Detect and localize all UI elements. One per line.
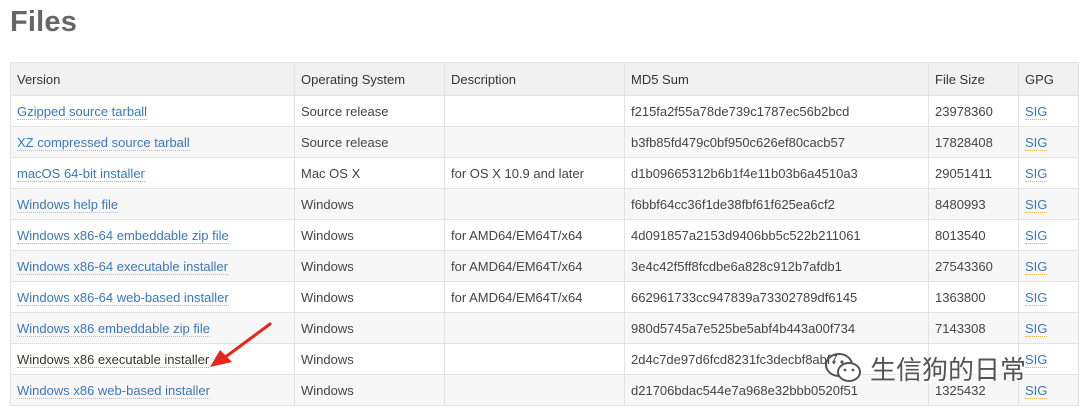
- md5-cell: 662961733cc947839a73302789df6145: [624, 281, 929, 313]
- version-cell: Gzipped source tarball: [10, 95, 295, 127]
- description-cell: [444, 343, 625, 375]
- table-header-row: Version Operating System Description MD5…: [10, 62, 1079, 96]
- description-cell: [444, 374, 625, 406]
- os-cell: Windows: [294, 374, 445, 406]
- file-size-cell: 27543360: [928, 250, 1019, 282]
- md5-cell: f6bbf64cc36f1de38fbf61f625ea6cf2: [624, 188, 929, 220]
- version-cell: Windows x86-64 web-based installer: [10, 281, 295, 313]
- version-cell: Windows x86 web-based installer: [10, 374, 295, 406]
- table-row: Windows x86-64 web-based installer Windo…: [10, 281, 1079, 313]
- gpg-cell: SIG: [1018, 219, 1079, 251]
- column-header-gpg: GPG: [1018, 62, 1079, 96]
- file-size-cell: 29051411: [928, 157, 1019, 189]
- sig-link[interactable]: SIG: [1025, 103, 1048, 120]
- table-row: XZ compressed source tarball Source rele…: [10, 126, 1079, 158]
- sig-link[interactable]: SIG: [1025, 320, 1048, 337]
- column-header-os: Operating System: [294, 62, 445, 96]
- os-cell: Windows: [294, 312, 445, 344]
- os-cell: Windows: [294, 281, 445, 313]
- column-header-description: Description: [444, 62, 625, 96]
- download-link[interactable]: Windows x86 embeddable zip file: [17, 320, 210, 337]
- sig-link[interactable]: SIG: [1025, 289, 1048, 306]
- version-cell: Windows help file: [10, 188, 295, 220]
- version-cell: Windows x86-64 executable installer: [10, 250, 295, 282]
- file-size-cell: 23978360: [928, 95, 1019, 127]
- download-link[interactable]: Windows x86-64 executable installer: [17, 258, 228, 275]
- gpg-cell: SIG: [1018, 250, 1079, 282]
- download-link[interactable]: Windows x86-64 web-based installer: [17, 289, 229, 306]
- description-cell: for OS X 10.9 and later: [444, 157, 625, 189]
- md5-cell: f215fa2f55a78de739c1787ec56b2bcd: [624, 95, 929, 127]
- sig-link[interactable]: SIG: [1025, 351, 1048, 368]
- column-header-file-size: File Size: [928, 62, 1019, 96]
- download-link[interactable]: Windows x86 web-based installer: [17, 382, 210, 399]
- sig-link[interactable]: SIG: [1025, 258, 1048, 275]
- description-cell: for AMD64/EM64T/x64: [444, 250, 625, 282]
- file-size-cell: 1363800: [928, 281, 1019, 313]
- watermark-text: 生信狗的日常: [870, 355, 1027, 386]
- gpg-cell: SIG: [1018, 343, 1079, 375]
- column-header-version: Version: [10, 62, 295, 96]
- sig-link[interactable]: SIG: [1025, 165, 1048, 182]
- md5-cell: 980d5745a7e525be5abf4b443a00f734: [624, 312, 929, 344]
- os-cell: Windows: [294, 250, 445, 282]
- files-page: Files Version Operating System Descripti…: [0, 0, 1080, 418]
- download-link[interactable]: macOS 64-bit installer: [17, 165, 145, 182]
- red-arrow-icon: [210, 322, 272, 367]
- description-cell: [444, 126, 625, 158]
- sig-link[interactable]: SIG: [1025, 134, 1048, 151]
- description-cell: for AMD64/EM64T/x64: [444, 281, 625, 313]
- sig-link[interactable]: SIG: [1025, 382, 1048, 399]
- page-title: Files: [10, 6, 78, 38]
- download-link[interactable]: Windows help file: [17, 196, 119, 213]
- gpg-cell: SIG: [1018, 95, 1079, 127]
- watermark: 生信狗的日常: [824, 348, 1026, 388]
- table-row: Windows x86-64 executable installer Wind…: [10, 250, 1079, 282]
- md5-cell: 3e4c42f5ff8fcdbe6a828c912b7afdb1: [624, 250, 929, 282]
- table-row: Gzipped source tarball Source release f2…: [10, 95, 1079, 127]
- file-size-cell: 8480993: [928, 188, 1019, 220]
- file-size-cell: 7143308: [928, 312, 1019, 344]
- column-header-md5: MD5 Sum: [624, 62, 929, 96]
- description-cell: [444, 312, 625, 344]
- description-cell: [444, 95, 625, 127]
- md5-cell: b3fb85fd479c0bf950c626ef80cacb57: [624, 126, 929, 158]
- file-size-cell: 8013540: [928, 219, 1019, 251]
- download-link[interactable]: Windows x86 executable installer: [17, 351, 210, 368]
- md5-cell: d1b09665312b6b1f4e11b03b6a4510a3: [624, 157, 929, 189]
- os-cell: Source release: [294, 126, 445, 158]
- description-cell: [444, 188, 625, 220]
- table-row: Windows help file Windows f6bbf64cc36f1d…: [10, 188, 1079, 220]
- table-row: macOS 64-bit installer Mac OS X for OS X…: [10, 157, 1079, 189]
- os-cell: Windows: [294, 219, 445, 251]
- version-cell: macOS 64-bit installer: [10, 157, 295, 189]
- gpg-cell: SIG: [1018, 281, 1079, 313]
- os-cell: Source release: [294, 95, 445, 127]
- md5-cell: 4d091857a2153d9406bb5c522b211061: [624, 219, 929, 251]
- os-cell: Windows: [294, 343, 445, 375]
- version-cell: Windows x86-64 embeddable zip file: [10, 219, 295, 251]
- download-link[interactable]: Gzipped source tarball: [17, 103, 148, 120]
- sig-link[interactable]: SIG: [1025, 227, 1048, 244]
- version-cell: XZ compressed source tarball: [10, 126, 295, 158]
- gpg-cell: SIG: [1018, 126, 1079, 158]
- gpg-cell: SIG: [1018, 374, 1079, 406]
- table-row: Windows x86-64 embeddable zip file Windo…: [10, 219, 1079, 251]
- sig-link[interactable]: SIG: [1025, 196, 1048, 213]
- os-cell: Windows: [294, 188, 445, 220]
- wechat-icon: [825, 353, 861, 382]
- download-link[interactable]: Windows x86-64 embeddable zip file: [17, 227, 229, 244]
- table-row: Windows x86 embeddable zip file Windows …: [10, 312, 1079, 344]
- file-size-cell: 17828408: [928, 126, 1019, 158]
- os-cell: Mac OS X: [294, 157, 445, 189]
- description-cell: for AMD64/EM64T/x64: [444, 219, 625, 251]
- gpg-cell: SIG: [1018, 157, 1079, 189]
- gpg-cell: SIG: [1018, 312, 1079, 344]
- gpg-cell: SIG: [1018, 188, 1079, 220]
- download-link[interactable]: XZ compressed source tarball: [17, 134, 190, 151]
